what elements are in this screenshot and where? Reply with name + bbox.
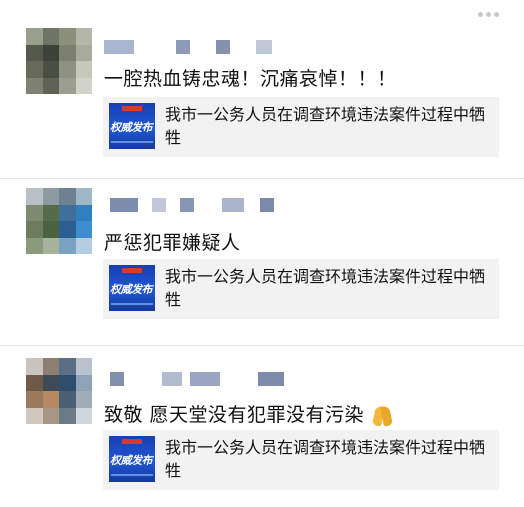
comment-text: 严惩犯罪嫌疑人 (104, 232, 241, 254)
username-blurred[interactable] (104, 198, 274, 214)
shared-article-card[interactable]: 权威发布 我市一公务人员在调查环境违法案件过程中牺牲 (103, 430, 499, 490)
article-thumbnail: 权威发布 (109, 436, 155, 482)
shared-article-card[interactable]: 权威发布 我市一公务人员在调查环境违法案件过程中牺牲 (103, 259, 499, 319)
username-blurred[interactable] (104, 372, 284, 388)
divider (0, 345, 524, 346)
folded-hands-icon (370, 404, 396, 427)
article-title: 我市一公务人员在调查环境违法案件过程中牺牲 (165, 438, 486, 480)
article-title: 我市一公务人员在调查环境违法案件过程中牺牲 (165, 105, 486, 147)
top-bar (0, 0, 524, 20)
comment-text-content: 致敬 愿天堂没有犯罪没有污染 (104, 404, 365, 426)
comment-text: 致敬 愿天堂没有犯罪没有污染 (104, 400, 396, 427)
more-dots-icon[interactable] (478, 2, 502, 17)
shared-article-card[interactable]: 权威发布 我市一公务人员在调查环境违法案件过程中牺牲 (103, 97, 499, 157)
avatar[interactable] (26, 188, 92, 254)
divider (0, 178, 524, 179)
article-title: 我市一公务人员在调查环境违法案件过程中牺牲 (165, 267, 486, 309)
article-thumbnail: 权威发布 (109, 265, 155, 311)
article-thumbnail: 权威发布 (109, 103, 155, 149)
comment-text: 一腔热血铸忠魂！沉痛哀悼！！！ (104, 68, 397, 90)
username-blurred[interactable] (104, 40, 274, 56)
avatar[interactable] (26, 28, 92, 94)
avatar[interactable] (26, 358, 92, 424)
